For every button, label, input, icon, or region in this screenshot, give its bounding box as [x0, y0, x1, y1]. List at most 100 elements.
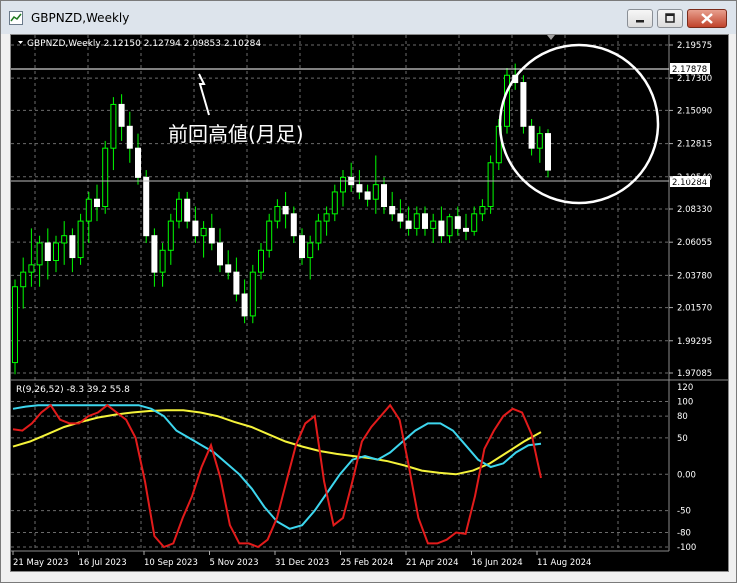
time-tick-label: 31 Dec 2023: [275, 558, 329, 568]
candle-body: [61, 235, 68, 244]
candle-body: [528, 125, 535, 149]
time-tick-label: 21 May 2023: [13, 558, 68, 568]
time-tick-label: 10 Sep 2023: [144, 558, 198, 568]
candle-body: [241, 293, 248, 317]
indicator-tick-label: -100: [677, 543, 696, 553]
candle-body: [381, 184, 387, 208]
candle-body: [438, 220, 445, 237]
price-tick-label: 2.10540: [677, 173, 712, 183]
price-tick-label: 2.03780: [677, 271, 712, 281]
price-tick-label: 1.97085: [677, 369, 712, 379]
candle-body: [143, 176, 150, 237]
annotation-text[interactable]: 前回高値(月足): [168, 122, 304, 146]
chart-app-icon: [9, 11, 23, 25]
collapse-triangle-icon[interactable]: [18, 41, 23, 44]
candle-body: [389, 206, 396, 215]
candle-body: [85, 198, 92, 222]
close-button[interactable]: [687, 9, 727, 28]
candle-body: [53, 242, 59, 261]
candle-body: [77, 220, 84, 259]
indicator-tick-label: -50: [677, 507, 691, 517]
minimize-icon: [636, 20, 644, 23]
candle-body: [266, 220, 273, 251]
candle-body: [217, 242, 223, 266]
candle-body: [290, 213, 297, 237]
candle-body: [94, 198, 100, 208]
price-tick-label: 2.06055: [677, 238, 712, 248]
indicator-tick-label: 80: [677, 412, 688, 422]
time-tick-label: 21 Apr 2024: [406, 558, 459, 568]
candle-body: [184, 198, 191, 222]
candle-body: [28, 264, 35, 273]
time-tick-label: 25 Feb 2024: [341, 558, 394, 568]
title-bar[interactable]: GBPNZD,Weekly: [1, 1, 736, 34]
candle-body: [479, 206, 486, 215]
candle-body: [340, 176, 346, 193]
time-tick-label: 16 Jun 2024: [472, 558, 523, 568]
candle-body: [225, 264, 232, 273]
minimize-button[interactable]: [627, 9, 653, 28]
price-tick-label: 2.08330: [677, 205, 712, 215]
candle-body: [504, 74, 510, 127]
candle-body: [258, 249, 264, 273]
time-axis: 21 May 2023 16 Jul 2023 10 Sep 2023 5 Nov 2…: [12, 551, 591, 568]
candle-body: [118, 103, 125, 127]
chart-canvas[interactable]: GBPNZD,Weekly 2.12150 2.12794 2.09853 2.…: [11, 35, 728, 571]
price-tick-label: 2.15090: [677, 106, 712, 116]
maximize-button[interactable]: [657, 9, 683, 28]
time-tick-label: 11 Aug 2024: [537, 558, 591, 568]
window-title: GBPNZD,Weekly: [31, 11, 130, 25]
candle-body: [12, 286, 18, 364]
candle-body: [315, 220, 322, 244]
candle-body: [331, 191, 338, 215]
candle-body: [69, 235, 76, 259]
candle-body: [307, 242, 314, 259]
candle-body: [176, 198, 182, 222]
annotation-arrow-icon[interactable]: [198, 73, 210, 116]
candle-body: [20, 271, 27, 288]
candle-body: [208, 227, 215, 244]
candle-body: [446, 216, 453, 237]
candle-body: [520, 82, 527, 127]
indicator-layer: [12, 403, 542, 549]
indicator-tick-label: -80: [677, 528, 691, 538]
candle-body: [135, 147, 141, 178]
candle-body: [430, 220, 437, 229]
candle-body: [397, 213, 404, 222]
price-tick-label: 2.12815: [677, 140, 712, 150]
candle-body: [487, 162, 494, 208]
indicator-line-r9: [12, 403, 542, 549]
close-icon: [701, 13, 713, 24]
candle-body: [159, 249, 166, 273]
candle-body: [356, 184, 363, 193]
candle-body: [422, 213, 428, 229]
candle-body: [372, 184, 379, 200]
price-axis: 2.19575 2.17300 2.15090 2.12815 2.10540 2.083…: [669, 41, 712, 379]
candle-body: [299, 235, 305, 259]
price-tick-label: 1.99295: [677, 337, 712, 347]
candle-body: [151, 235, 158, 273]
candle-body: [323, 213, 330, 222]
price-tick-label: 2.19575: [677, 41, 712, 51]
candle-body: [200, 227, 207, 237]
candle-body: [405, 220, 412, 229]
price-tick-label: 2.01570: [677, 304, 712, 314]
chart-area[interactable]: GBPNZD,Weekly 2.12150 2.12794 2.09853 2.…: [10, 34, 729, 572]
shift-marker-icon[interactable]: [547, 35, 555, 40]
candle-body: [282, 206, 289, 215]
price-tick-label: 2.17300: [677, 74, 712, 84]
candle-body: [167, 220, 174, 251]
time-tick-label: 16 Jul 2023: [79, 558, 127, 568]
candle-body: [36, 242, 43, 266]
indicator-tick-label: 0.00: [677, 470, 696, 480]
indicator-tick-label: 50: [677, 434, 688, 444]
candle-body: [545, 133, 551, 171]
candle-body: [192, 220, 199, 237]
candle-body: [413, 213, 420, 229]
candle-body: [471, 213, 478, 232]
candle-body: [274, 206, 281, 222]
indicator-header: R(9,26,52) -8.3 39.2 55.8: [16, 385, 130, 395]
candle-body: [463, 227, 469, 232]
indicator-axis: 120 100 80 50 0.00 -50 -80 -100: [677, 383, 696, 553]
candle-body: [249, 271, 256, 317]
